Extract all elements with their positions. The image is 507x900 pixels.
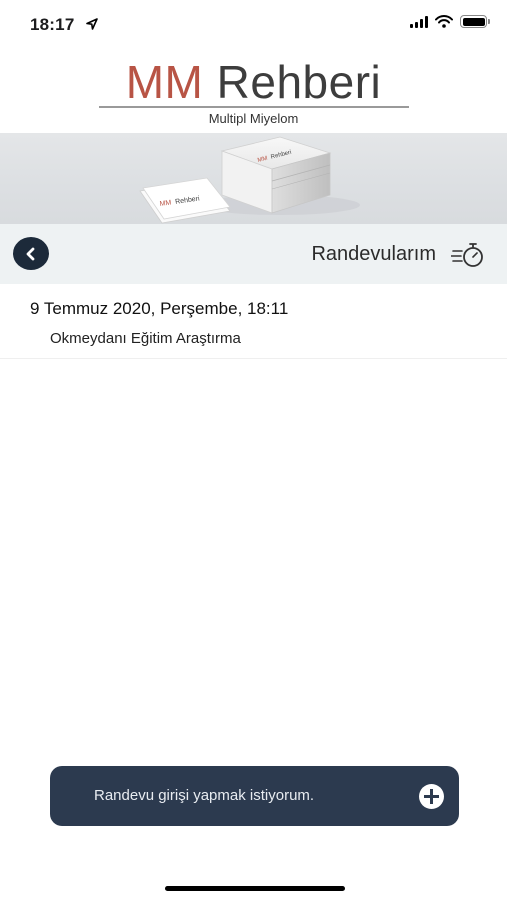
cellular-signal-icon xyxy=(410,15,428,28)
banner-illustration: MM Rehberi MM Rehberi xyxy=(139,136,360,224)
status-time: 18:17 xyxy=(30,15,75,34)
add-appointment-label: Randevu girişi yapmak istiyorum. xyxy=(94,787,315,804)
logo-subtitle: Multipl Miyelom xyxy=(208,110,299,126)
banner-image: MM Rehberi MM Rehberi xyxy=(0,133,507,224)
add-appointment-button[interactable]: Randevu girişi yapmak istiyorum. xyxy=(50,766,459,826)
battery-icon xyxy=(460,15,490,28)
wifi-icon xyxy=(435,15,453,28)
appointment-place: Okmeydanı Eğitim Araştırma xyxy=(50,330,241,347)
appointment-date: 9 Temmuz 2020, Perşembe, 18:11 xyxy=(30,299,289,318)
logo-title: MM Rehberi xyxy=(0,58,507,106)
status-bar: 18:17 xyxy=(0,0,507,50)
app-logo: MM Rehberi Multipl Miyelom xyxy=(0,58,507,128)
status-icons xyxy=(410,15,490,28)
stopwatch-icon xyxy=(451,243,483,267)
list-item[interactable]: 9 Temmuz 2020, Perşembe, 18:11 Okmeydanı… xyxy=(0,284,507,359)
chevron-left-icon xyxy=(26,247,35,260)
nav-bar: Randevularım xyxy=(0,224,507,284)
logo-mm: MM xyxy=(125,56,204,108)
plus-icon xyxy=(419,784,444,809)
logo-rehberi: Rehberi xyxy=(216,56,382,108)
page-title: Randevularım xyxy=(311,243,436,265)
back-button[interactable] xyxy=(13,237,49,270)
location-arrow-icon xyxy=(86,18,98,30)
home-indicator xyxy=(165,886,345,891)
